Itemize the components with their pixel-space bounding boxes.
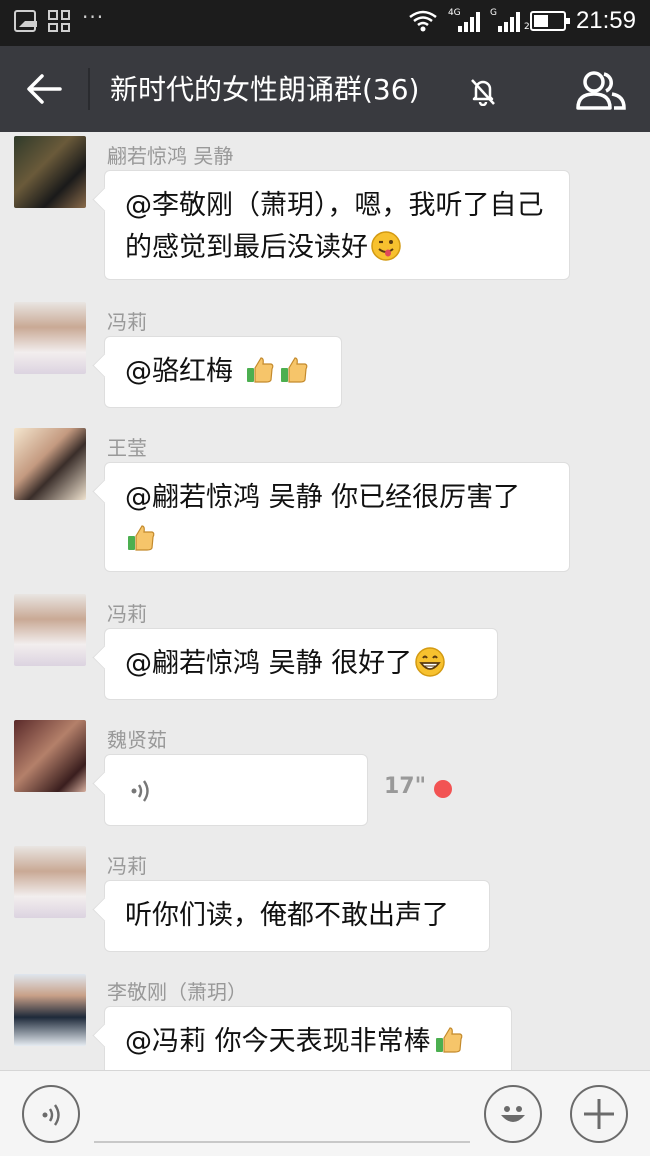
thumbs-up-emoji-icon <box>280 357 307 383</box>
message-text: @翩若惊鸿 吴静 你已经很厉害了 <box>125 482 521 513</box>
battery-icon <box>529 11 570 31</box>
message-bubble[interactable]: @冯莉 你今天表现非常棒 <box>104 1006 512 1070</box>
message-text: @翩若惊鸿 吴静 很好了 <box>125 648 413 679</box>
sender-name: 王莹 <box>107 436 147 460</box>
message-bubble[interactable]: @骆红梅 <box>104 336 342 408</box>
chat-area[interactable]: 翩若惊鸿 吴静 @李敬刚（萧玥），嗯，我听了自己的感觉到最后没读好 冯莉 @骆红… <box>0 132 650 1070</box>
sender-name: 翩若惊鸿 吴静 <box>107 144 234 168</box>
message-input[interactable] <box>94 1085 470 1143</box>
avatar[interactable] <box>14 428 86 500</box>
avatar[interactable] <box>14 594 86 666</box>
plus-icon <box>584 1099 614 1129</box>
message-text: @冯莉 你今天表现非常棒 <box>125 1026 431 1057</box>
title-bar: 新时代的女性朗诵群(36) <box>0 46 650 132</box>
message-text: @李敬刚（萧玥），嗯，我听了自己的感觉到最后没读好 <box>125 190 544 263</box>
status-bar: ··· 4G G 2 21:59 <box>0 0 650 46</box>
group-title: 新时代的女性朗诵群(36) <box>110 73 420 106</box>
message-bubble[interactable]: @翩若惊鸿 吴静 你已经很厉害了 <box>104 462 570 572</box>
voice-wave-icon <box>131 780 149 802</box>
message-bubble[interactable]: 听你们读，俺都不敢出声了 <box>104 880 490 952</box>
message-bubble[interactable]: @翩若惊鸿 吴静 很好了 <box>104 628 498 700</box>
unread-dot <box>434 780 452 798</box>
thumbs-up-emoji-icon <box>246 357 273 383</box>
input-bar <box>0 1070 650 1156</box>
message-bubble[interactable]: @李敬刚（萧玥），嗯，我听了自己的感觉到最后没读好 <box>104 170 570 280</box>
grin-emoji-icon <box>415 647 445 677</box>
signal-g-icon: G 2 <box>489 8 530 32</box>
sender-name: 冯莉 <box>107 854 147 878</box>
message-text: 听你们读，俺都不敢出声了 <box>125 900 449 931</box>
app-notification-icon <box>48 10 70 32</box>
back-arrow-icon[interactable] <box>24 72 64 106</box>
sender-name: 冯莉 <box>107 602 147 626</box>
voice-icon <box>42 1104 60 1126</box>
avatar[interactable] <box>14 974 86 1046</box>
image-notification-icon <box>14 10 37 32</box>
more-notifications-icon: ··· <box>82 5 105 29</box>
wifi-icon <box>409 10 437 32</box>
group-members-icon[interactable] <box>572 68 628 112</box>
avatar[interactable] <box>14 136 86 208</box>
avatar[interactable] <box>14 302 86 374</box>
thumbs-up-emoji-icon <box>435 1027 462 1053</box>
more-actions-button[interactable] <box>570 1085 628 1143</box>
title-divider <box>88 68 90 110</box>
avatar[interactable] <box>14 846 86 918</box>
voice-bubble[interactable] <box>104 754 368 826</box>
smiley-icon <box>501 1106 525 1122</box>
signal-4g-icon: 4G <box>448 8 480 32</box>
voice-duration: 17" <box>384 774 427 799</box>
emoji-button[interactable] <box>484 1085 542 1143</box>
sender-name: 李敬刚（萧玥） <box>107 980 247 1004</box>
thumbs-up-emoji-icon <box>128 525 155 551</box>
message-text: @骆红梅 <box>125 356 242 387</box>
voice-input-button[interactable] <box>22 1085 80 1143</box>
clock: 21:59 <box>575 7 636 34</box>
mute-bell-icon <box>471 79 495 106</box>
sender-name: 魏贤茹 <box>107 728 167 752</box>
sender-name: 冯莉 <box>107 310 147 334</box>
avatar[interactable] <box>14 720 86 792</box>
wink-tongue-emoji-icon <box>371 231 401 261</box>
